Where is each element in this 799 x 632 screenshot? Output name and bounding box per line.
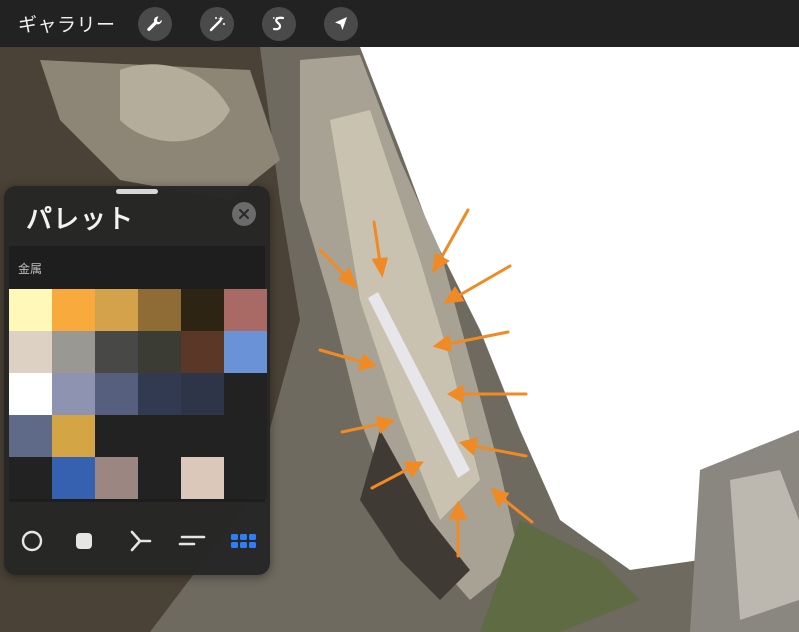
color-swatch[interactable]: [95, 457, 138, 499]
color-swatch[interactable]: [181, 415, 224, 457]
color-swatch[interactable]: [181, 373, 224, 415]
tab-palettes[interactable]: [230, 527, 258, 555]
magic-wand-icon: [209, 15, 225, 31]
tab-harmony[interactable]: [126, 527, 154, 555]
classic-tab-icon: [76, 533, 92, 549]
color-swatch[interactable]: [181, 289, 224, 331]
color-swatch[interactable]: [138, 289, 181, 331]
color-swatch[interactable]: [9, 289, 52, 331]
wrench-icon: [146, 15, 162, 31]
color-swatch[interactable]: [138, 415, 181, 457]
color-swatch[interactable]: [52, 331, 95, 373]
color-swatch[interactable]: [224, 289, 267, 331]
top-toolbar: ギャラリー: [0, 0, 799, 47]
gallery-button[interactable]: ギャラリー: [18, 10, 116, 37]
color-swatch[interactable]: [95, 289, 138, 331]
transform-arrow-icon: [334, 16, 347, 30]
color-swatch[interactable]: [181, 331, 224, 373]
color-swatch[interactable]: [95, 373, 138, 415]
adjustments-button[interactable]: [199, 6, 234, 41]
color-swatch[interactable]: [95, 415, 138, 457]
color-swatch[interactable]: [95, 331, 138, 373]
swatch-grid: [9, 289, 267, 501]
transform-button[interactable]: [323, 6, 358, 41]
tab-value[interactable]: [178, 527, 206, 555]
color-swatch[interactable]: [138, 457, 181, 499]
color-swatch[interactable]: [52, 415, 95, 457]
color-swatch[interactable]: [181, 457, 224, 499]
color-swatch[interactable]: [224, 331, 267, 373]
color-swatch[interactable]: [224, 373, 267, 415]
color-swatch[interactable]: [138, 331, 181, 373]
close-icon: [239, 209, 249, 219]
color-swatch[interactable]: [52, 457, 95, 499]
actions-button[interactable]: [137, 6, 172, 41]
color-swatch[interactable]: [9, 373, 52, 415]
color-swatch[interactable]: [9, 331, 52, 373]
color-swatch[interactable]: [224, 415, 267, 457]
tab-classic[interactable]: [70, 527, 98, 555]
panel-grabber[interactable]: [116, 189, 158, 194]
palettes-tab-icon: [231, 534, 256, 548]
palette-name: 金属: [18, 262, 43, 276]
harmony-tab-icon: [130, 530, 152, 552]
selection-button[interactable]: [261, 6, 296, 41]
color-swatch[interactable]: [52, 373, 95, 415]
color-swatch[interactable]: [224, 457, 267, 499]
color-swatch[interactable]: [9, 457, 52, 499]
color-swatch[interactable]: [138, 373, 181, 415]
color-mode-tabs: [4, 517, 270, 567]
color-swatch[interactable]: [9, 415, 52, 457]
color-disc-tab-icon: [21, 530, 43, 552]
panel-title: パレット: [26, 205, 135, 235]
tab-disc[interactable]: [18, 527, 46, 555]
close-button[interactable]: [232, 202, 256, 226]
selection-icon: [272, 16, 284, 30]
palette-panel: パレット 金属: [4, 186, 270, 575]
color-swatch[interactable]: [52, 289, 95, 331]
value-tab-icon: [178, 535, 206, 546]
